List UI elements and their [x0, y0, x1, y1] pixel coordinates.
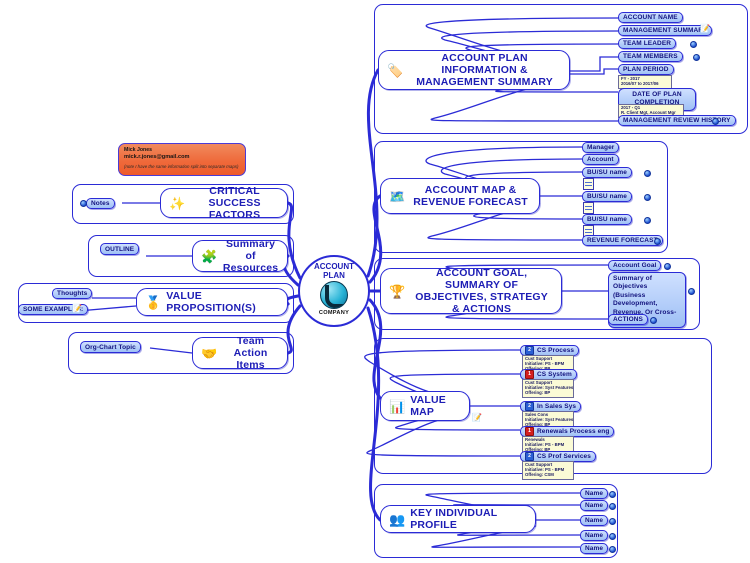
note-cs-prof-services: Cust Support Initiative: PS - BPM Offeri… — [522, 461, 574, 480]
leaf-bu-su-name[interactable]: BU/SU name — [582, 167, 633, 178]
leaf-name[interactable]: Name — [580, 543, 609, 554]
chart-icon: 📊 — [389, 398, 406, 414]
central-node-account-plan[interactable]: ACCOUNT PLAN COMPANY — [298, 255, 370, 327]
branch-node-key-individual-profile[interactable]: 👥 KEY INDIVIDUAL PROFILE — [380, 505, 536, 533]
branch-node-value-propositions[interactable]: 🥇 VALUE PROPOSITION(S) — [136, 288, 288, 316]
note-plan-period: FY - 2017 2016/07 to 2017/06 — [618, 75, 672, 89]
branch-node-account-plan-information[interactable]: 🏷️ ACCOUNT PLAN INFORMATION & MANAGEMENT… — [378, 50, 570, 90]
leaf-account-goal[interactable]: Account Goal — [608, 260, 662, 271]
leaf-bu-su-name[interactable]: BU/SU name — [582, 191, 633, 202]
central-company-label: COMPANY — [318, 310, 350, 316]
branch-node-critical-success-factors[interactable]: ✨ CRITICAL SUCCESS FACTORS — [160, 185, 288, 221]
marker-dot-icon — [609, 503, 616, 510]
marker-dot-icon — [688, 288, 695, 295]
contact-name: Mick Jones — [124, 147, 152, 153]
marker-dot-icon — [650, 317, 657, 324]
branch-node-value-map[interactable]: 📊 VALUE MAP — [380, 391, 470, 421]
marker-dot-icon — [690, 41, 697, 48]
branch-title: ACCOUNT GOAL, SUMMARY OF OBJECTIVES, STR… — [415, 267, 548, 315]
leaf-name[interactable]: Name — [580, 530, 609, 541]
marker-dot-icon — [80, 200, 87, 207]
marker-dot-icon — [609, 491, 616, 498]
branch-title: ACCOUNT PLAN INFORMATION & MANAGEMENT SU… — [416, 52, 553, 88]
blue-tag-icon: 🏷️ — [387, 62, 404, 78]
leaf-revenue-forecast[interactable]: REVENUE FORECAST — [582, 235, 663, 246]
contact-note: (note I have the same information split … — [124, 164, 239, 169]
branch-title: CRITICAL SUCCESS FACTORS — [208, 185, 261, 221]
leaf-actions[interactable]: ACTIONS — [608, 314, 648, 325]
leaf-management-summary[interactable]: MANAGEMENT SUMMARY — [618, 25, 713, 36]
leaf-org-chart-topic[interactable]: Org-Chart Topic — [80, 341, 141, 353]
gold-icon: 🥇 — [145, 294, 162, 310]
leaf-bu-su-name[interactable]: BU/SU name — [582, 214, 633, 225]
branch-title: KEY INDIVIDUAL PROFILE — [410, 507, 498, 531]
puzzle-icon: 🧩 — [201, 248, 218, 264]
org-chart-icon: 🗺️ — [389, 188, 406, 204]
branch-node-summary-of-resources[interactable]: 🧩 Summary of Resources — [192, 238, 288, 274]
branch-title: VALUE MAP — [410, 394, 446, 418]
leaf-account-name[interactable]: ACCOUNT NAME — [618, 12, 683, 23]
central-title-line1: ACCOUNT — [314, 262, 354, 271]
leaf-name[interactable]: Name — [580, 515, 609, 526]
leaf-thoughts[interactable]: Thoughts — [52, 288, 93, 299]
marker-dot-icon — [644, 170, 651, 177]
contact-callout[interactable]: Mick Jones mick.r.jones@gmail.com (note … — [118, 143, 246, 176]
leaf-name[interactable]: Name — [580, 500, 609, 511]
marker-dot-icon — [644, 217, 651, 224]
mindmap-canvas: 🏷️ ACCOUNT PLAN INFORMATION & MANAGEMENT… — [0, 0, 750, 563]
leaf-team-leader[interactable]: TEAM LEADER — [618, 38, 677, 49]
branch-node-account-map-revenue-forecast[interactable]: 🗺️ ACCOUNT MAP & REVENUE FORECAST — [380, 178, 540, 214]
contact-email: mick.r.jones@gmail.com — [124, 153, 190, 160]
priority-badge: 2 — [525, 402, 534, 411]
priority-badge: 1 — [525, 370, 534, 379]
marker-dot-icon — [712, 118, 719, 125]
branch-title: ACCOUNT MAP & REVENUE FORECAST — [413, 184, 528, 208]
people-icon: 👥 — [389, 511, 406, 527]
marker-dot-icon — [609, 533, 616, 540]
hand-icon: 🤝 — [201, 345, 218, 361]
central-title-line2: PLAN — [323, 271, 345, 280]
table-icon — [583, 178, 594, 190]
marker-dot-icon — [693, 54, 700, 61]
globe-logo-icon — [320, 281, 348, 309]
leaf-manager[interactable]: Manager — [582, 142, 620, 153]
branch-title: VALUE PROPOSITION(S) — [166, 290, 256, 314]
branch-title: Team Action Items — [233, 335, 268, 371]
table-icon — [583, 202, 594, 214]
note-icon: 📝 — [72, 304, 82, 313]
leaf-name[interactable]: Name — [580, 488, 609, 499]
note-cs-system: Cust Support Initiative: Syst Features O… — [522, 379, 574, 398]
leaf-notes[interactable]: Notes — [86, 198, 115, 209]
marker-dot-icon — [609, 546, 616, 553]
note-icon: 📝 — [700, 24, 710, 33]
priority-badge: 2 — [525, 452, 534, 461]
branch-title: Summary of Resources — [222, 238, 279, 274]
branch-node-account-goal-objectives[interactable]: 🏆 ACCOUNT GOAL, SUMMARY OF OBJECTIVES, S… — [380, 267, 562, 315]
sparkler-icon: ✨ — [169, 195, 186, 211]
leaf-account[interactable]: Account — [582, 154, 619, 165]
leaf-plan-period[interactable]: PLAN PERIOD — [618, 64, 674, 75]
marker-dot-icon — [664, 263, 671, 270]
marker-dot-icon — [644, 194, 651, 201]
branch-node-team-action-items[interactable]: 🤝 Team Action Items — [192, 335, 288, 371]
leaf-outline[interactable]: OUTLINE — [100, 243, 140, 255]
note-icon: 📝 — [472, 413, 482, 422]
marker-dot-icon — [609, 518, 616, 525]
leaf-team-members[interactable]: TEAM MEMBERS — [618, 51, 683, 62]
priority-badge: 2 — [525, 346, 534, 355]
priority-badge: 1 — [525, 427, 534, 436]
marker-dot-icon — [654, 238, 661, 245]
trophy-icon: 🏆 — [389, 283, 406, 299]
